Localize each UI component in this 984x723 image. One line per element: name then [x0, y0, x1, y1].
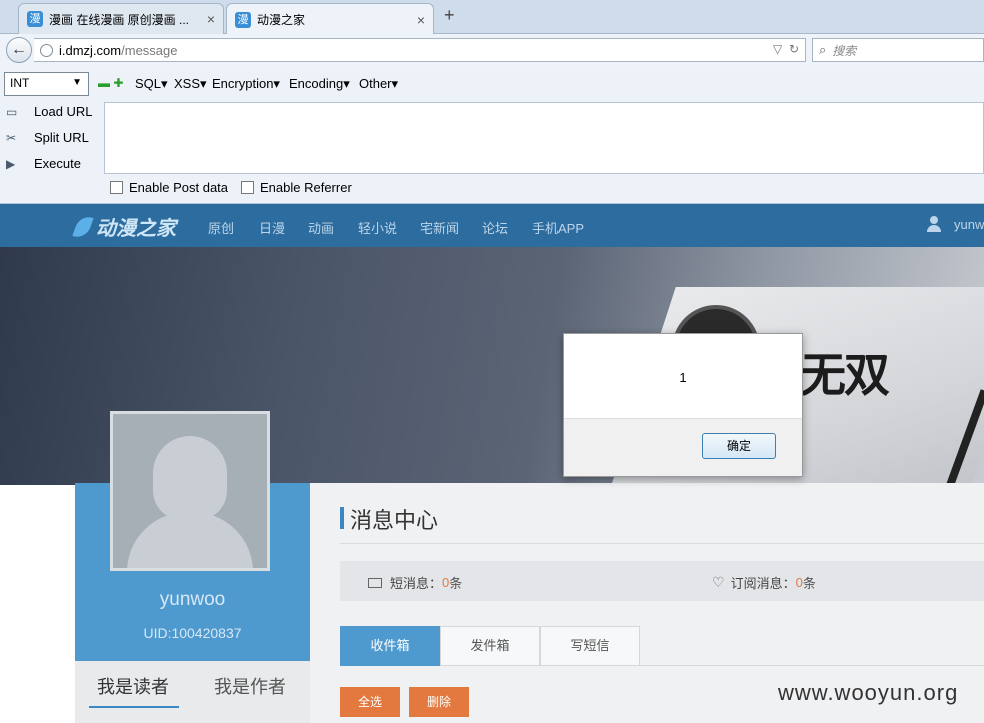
- nav-forum[interactable]: 论坛: [482, 218, 508, 237]
- back-button[interactable]: ←: [6, 37, 32, 63]
- close-tab-icon[interactable]: ×: [417, 12, 425, 28]
- address-bar[interactable]: i.dmzj.com/message ▽ ↻: [34, 38, 806, 62]
- url-dropdown-reload-icons[interactable]: ▽ ↻: [773, 42, 799, 56]
- browser-tab-manhua[interactable]: 漫 漫画 在线漫画 原创漫画 ... ×: [18, 3, 224, 34]
- delete-button[interactable]: 删除: [409, 687, 469, 717]
- encryption-menu[interactable]: Encryption▾: [212, 76, 280, 92]
- role-tabs: 我是读者 我是作者: [75, 661, 310, 723]
- active-tab-underline: [89, 706, 179, 708]
- subscription-message-count: 0: [795, 575, 803, 590]
- new-tab-button[interactable]: +: [444, 5, 455, 26]
- subscription-message-stat[interactable]: ♡ 订阅消息： 0 条: [712, 573, 816, 592]
- nav-light-novel[interactable]: 轻小说: [358, 218, 397, 237]
- heart-icon: ♡: [712, 574, 725, 590]
- user-menu[interactable]: yunw: [926, 216, 984, 232]
- load-url-button[interactable]: ▭ Load URL: [6, 104, 93, 119]
- tab-title: 动漫之家: [257, 13, 306, 27]
- search-input[interactable]: ⌕ 搜索: [812, 38, 984, 62]
- nav-japanese-manga[interactable]: 日漫: [259, 218, 285, 237]
- type-select[interactable]: INT ▼: [4, 72, 89, 96]
- tab-compose[interactable]: 写短信: [540, 626, 640, 666]
- xss-menu[interactable]: XSS▾: [174, 76, 207, 92]
- checkbox-box[interactable]: [110, 181, 123, 194]
- select-all-button[interactable]: 全选: [340, 687, 400, 717]
- site-logo[interactable]: 动漫之家: [72, 212, 176, 241]
- hackbar-url-textarea[interactable]: [104, 102, 984, 174]
- scissors-icon: ✂: [6, 130, 17, 145]
- nav-original[interactable]: 原创: [208, 218, 234, 237]
- other-menu[interactable]: Other▾: [359, 76, 398, 92]
- sql-menu[interactable]: SQL▾: [135, 76, 168, 92]
- url-host: i.dmzj.com: [59, 42, 122, 58]
- nav-anime[interactable]: 动画: [308, 218, 334, 237]
- type-select-value: INT: [10, 76, 30, 90]
- profile-username: yunwoo: [159, 589, 226, 610]
- play-icon: ▶: [6, 156, 16, 171]
- short-message-count: 0: [442, 575, 450, 590]
- globe-icon: [40, 43, 53, 57]
- tab-inbox[interactable]: 收件箱: [340, 626, 440, 666]
- title-accent-bar: [340, 507, 344, 529]
- mail-icon: [368, 577, 382, 588]
- banner-title: 无双: [800, 349, 890, 401]
- hackbar-toolbar: INT ▼ ▬ ✚ SQL▾ XSS▾ Encryption▾ Encoding…: [0, 66, 984, 204]
- alert-dialog: 1 确定: [563, 333, 803, 477]
- site-favicon-icon: 漫: [235, 11, 251, 28]
- profile-uid: UID:100420837: [143, 625, 242, 641]
- back-arrow-icon: ←: [11, 41, 27, 58]
- alert-footer: 确定: [564, 418, 802, 476]
- watermark: www.wooyun.org: [778, 680, 959, 705]
- encoding-menu[interactable]: Encoding▾: [289, 76, 350, 92]
- enable-post-data-checkbox[interactable]: Enable Post data: [110, 180, 228, 195]
- navigation-bar: i.dmzj.com/message ▽ ↻ ← ⌕ 搜索: [0, 34, 984, 66]
- chevron-down-icon: ▼: [72, 77, 82, 88]
- alert-message: 1: [679, 370, 687, 385]
- browser-tab-dmzj[interactable]: 漫 动漫之家 ×: [226, 3, 434, 35]
- search-icon: ⌕: [819, 42, 827, 57]
- load-url-icon: ▭: [6, 104, 18, 119]
- enable-referrer-checkbox[interactable]: Enable Referrer: [241, 180, 352, 195]
- tab-title: 漫画 在线漫画 原创漫画 ...: [49, 12, 190, 27]
- avatar[interactable]: [110, 411, 270, 571]
- site-favicon-icon: 漫: [27, 11, 43, 27]
- split-url-button[interactable]: ✂ Split URL: [6, 130, 89, 145]
- minus-plus-icons[interactable]: ▬ ✚: [98, 76, 123, 90]
- close-tab-icon[interactable]: ×: [207, 11, 215, 27]
- avatar-body: [127, 512, 253, 568]
- nav-mobile-app[interactable]: 手机APP: [532, 218, 584, 237]
- user-icon: [926, 216, 942, 232]
- nav-otaku-news[interactable]: 宅新闻: [420, 218, 459, 237]
- tab-reader[interactable]: 我是读者: [97, 673, 169, 699]
- execute-button[interactable]: ▶ Execute: [6, 156, 81, 171]
- avatar-head: [153, 436, 227, 520]
- site-header: 动漫之家 原创 日漫 动画 轻小说 宅新闻 论坛 手机APP yunw: [0, 204, 984, 247]
- tab-outbox[interactable]: 发件箱: [440, 626, 540, 666]
- short-message-stat[interactable]: 短消息： 0 条: [368, 573, 462, 592]
- tab-baseline: [640, 665, 984, 666]
- page-title: 消息中心: [350, 508, 439, 533]
- leaf-logo-icon: [72, 212, 94, 241]
- search-placeholder: 搜索: [832, 43, 857, 58]
- url-path: /message: [121, 42, 178, 58]
- checkbox-box[interactable]: [241, 181, 254, 194]
- tab-author[interactable]: 我是作者: [214, 673, 286, 699]
- browser-tab-strip: 漫 漫画 在线漫画 原创漫画 ... × 漫 动漫之家 × +: [0, 0, 984, 35]
- divider: [340, 543, 984, 544]
- alert-ok-button[interactable]: 确定: [702, 433, 776, 459]
